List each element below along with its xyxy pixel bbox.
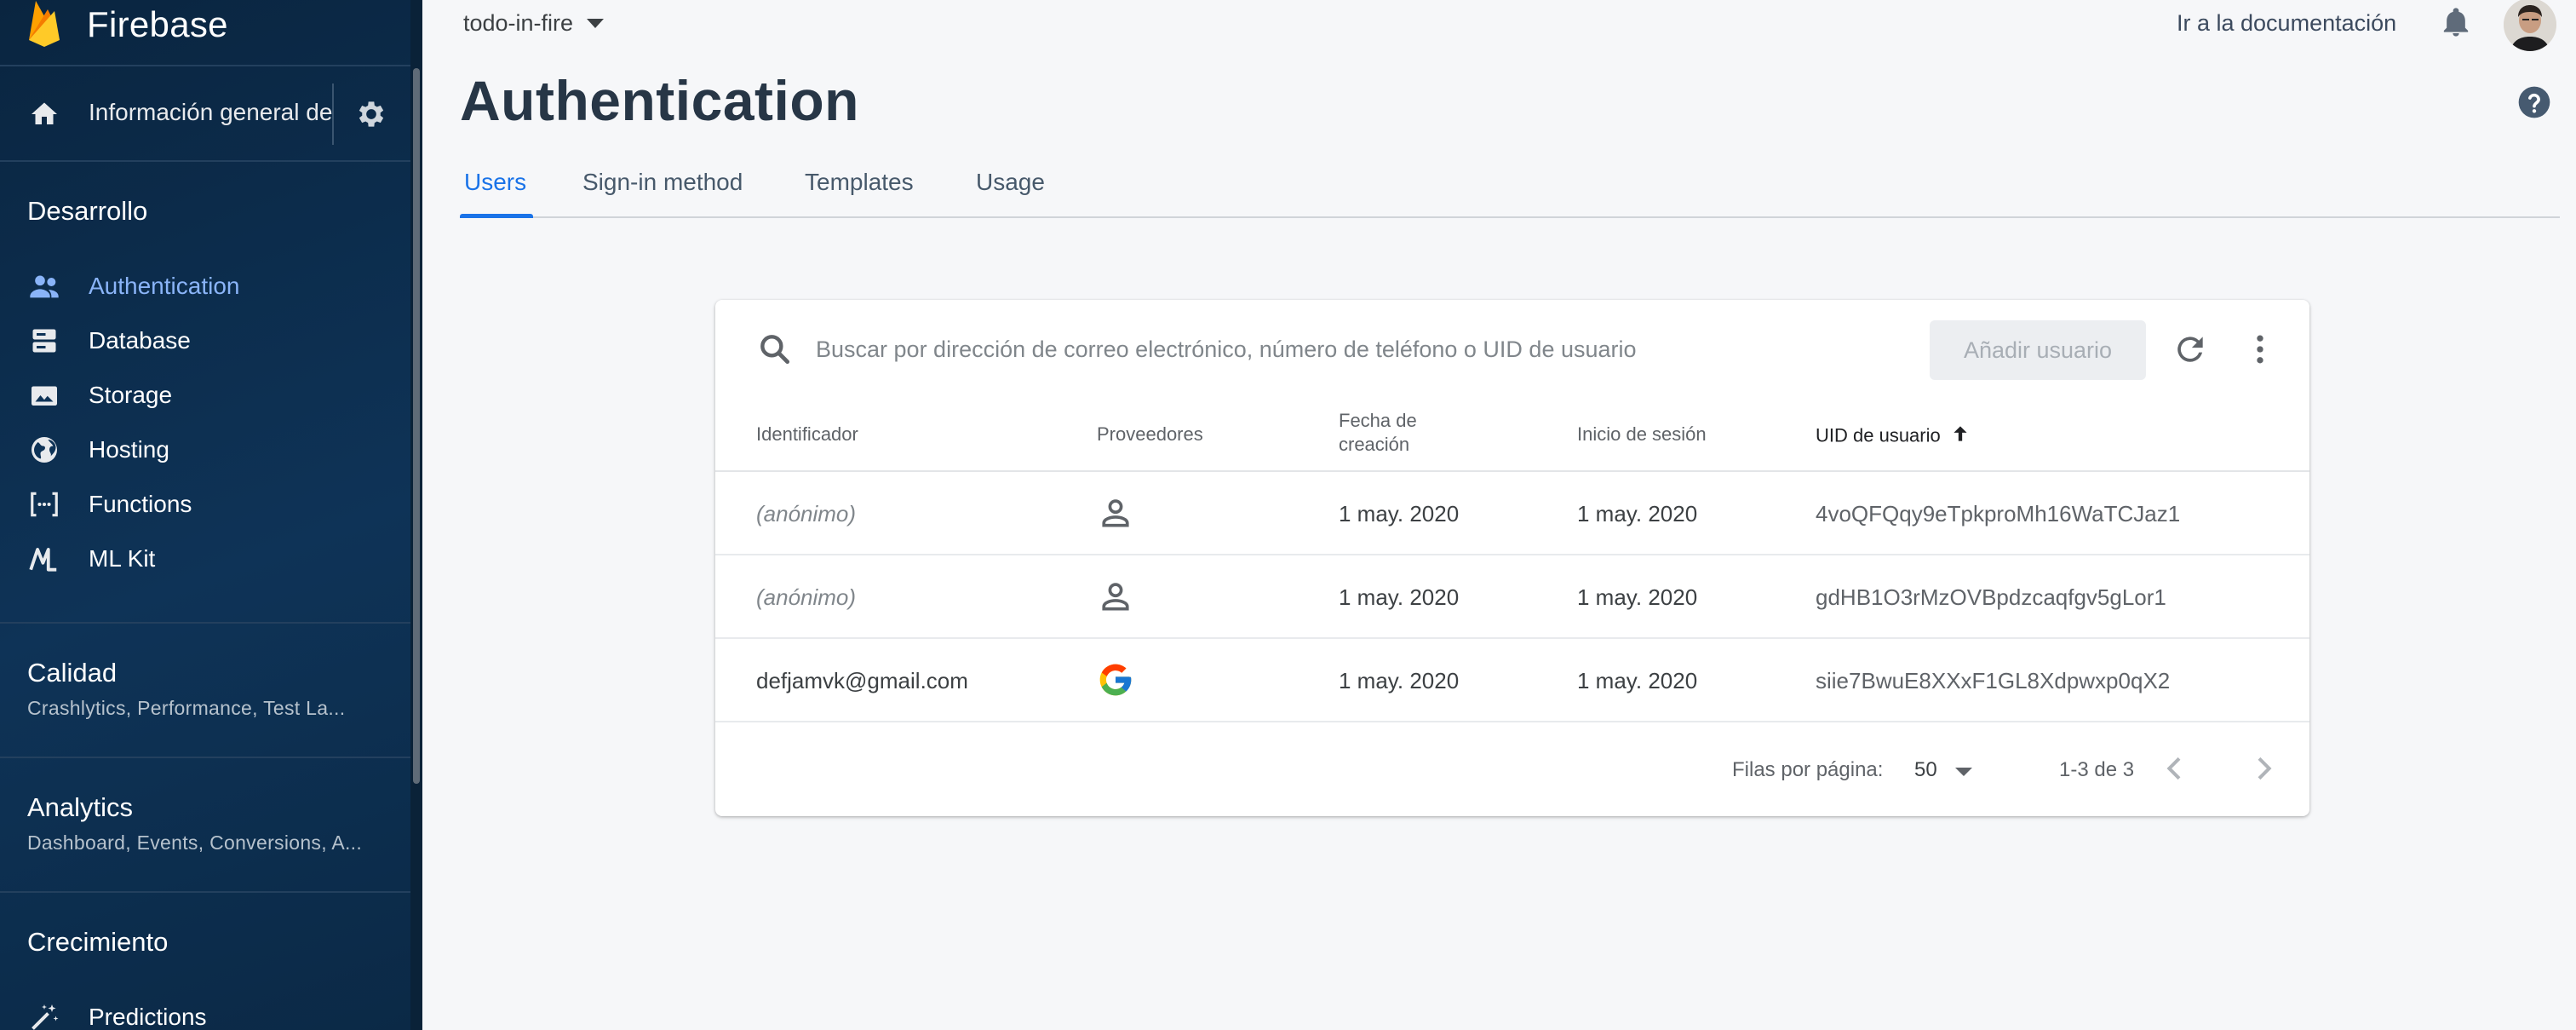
tab-sign-in-method[interactable]: Sign-in method: [582, 169, 743, 196]
sidebar-divider: [0, 891, 410, 893]
column-header-signed-in[interactable]: Inicio de sesión: [1577, 423, 1707, 446]
sidebar-scrollbar[interactable]: [413, 68, 420, 784]
cell-uid: 4voQFQqy9eTpkproMh16WaTCJaz1: [1816, 501, 2181, 527]
more-vert-icon[interactable]: [2241, 331, 2279, 368]
column-header-uid[interactable]: UID de usuario: [1816, 423, 1971, 451]
section-subtitle-quality: Crashlytics, Performance, Test La...: [27, 697, 346, 719]
avatar[interactable]: [2504, 0, 2556, 51]
search-icon: [756, 331, 794, 368]
tab-label: Sign-in method: [582, 169, 743, 195]
chevron-left-icon[interactable]: [2158, 751, 2192, 785]
storage-icon: [27, 378, 61, 412]
sidebar-divider: [0, 757, 410, 758]
home-icon: [29, 99, 60, 129]
sidebar-item-storage[interactable]: Storage: [0, 370, 410, 421]
sidebar-item-label: Database: [89, 327, 191, 354]
pagination-range: 1-3 de 3: [2059, 758, 2135, 781]
globe-icon: [27, 433, 61, 467]
google-icon: [1097, 661, 1134, 699]
cell-created: 1 may. 2020: [1339, 668, 1460, 693]
cell-signed-in: 1 may. 2020: [1577, 584, 1698, 610]
active-tab-indicator: [460, 214, 533, 218]
sidebar-item-ml-kit[interactable]: ML Kit: [0, 533, 410, 584]
cell-created: 1 may. 2020: [1339, 501, 1460, 527]
column-header-label: Fecha de: [1339, 410, 1417, 431]
add-user-button[interactable]: Añadir usuario: [1930, 320, 2146, 380]
column-header-created[interactable]: Fecha de creación: [1339, 409, 1417, 457]
project-name: todo-in-fire: [463, 10, 574, 36]
divider: [332, 83, 334, 145]
sidebar-item-label: Functions: [89, 491, 192, 517]
column-header-providers[interactable]: Proveedores: [1097, 423, 1203, 446]
section-title-develop: Desarrollo: [27, 196, 148, 226]
chevron-down-icon: [587, 19, 605, 28]
section-title-growth: Crecimiento: [27, 927, 169, 957]
mlkit-icon: [27, 542, 61, 576]
cell-identifier: (anónimo): [756, 584, 857, 610]
sidebar-item-label: Hosting: [89, 436, 169, 463]
tab-users[interactable]: Users: [464, 169, 526, 196]
sidebar-divider: [0, 622, 410, 624]
sidebar-item-hosting[interactable]: Hosting: [0, 424, 410, 475]
table-row[interactable]: (anónimo) 1 may. 2020 1 may. 2020 gdHB1O…: [715, 555, 2309, 639]
sidebar-item-label: Predictions: [89, 1004, 207, 1030]
tab-label: Users: [464, 169, 527, 195]
people-icon: [27, 269, 61, 303]
arrow-up-icon: [1949, 423, 1971, 451]
chevron-down-icon[interactable]: [1955, 768, 1972, 776]
tab-templates[interactable]: Templates: [805, 169, 914, 196]
section-subtitle-analytics: Dashboard, Events, Conversions, A...: [27, 831, 363, 854]
rows-per-page-select[interactable]: 50: [1914, 758, 1937, 782]
table-row[interactable]: (anónimo) 1 may. 2020 1 may. 2020 4voQFQ…: [715, 472, 2309, 555]
sidebar-item-label: ML Kit: [89, 545, 156, 572]
database-icon: [27, 324, 61, 358]
sidebar-item-authentication[interactable]: Authentication: [0, 261, 410, 312]
tab-label: Usage: [976, 169, 1045, 195]
firebase-logo-icon: [26, 0, 63, 51]
help-icon[interactable]: [2516, 83, 2553, 121]
rows-per-page-label: Filas por página:: [1732, 758, 1884, 781]
sidebar-item-label: Authentication: [89, 273, 240, 299]
cell-created: 1 may. 2020: [1339, 584, 1460, 610]
column-header-label: creación: [1339, 434, 1410, 455]
person-icon: [1097, 494, 1134, 532]
sidebar: Firebase Información general del proyect…: [0, 0, 422, 1030]
project-selector[interactable]: todo-in-fire: [463, 10, 605, 37]
section-title-analytics: Analytics: [27, 792, 134, 822]
sidebar-item-label: Storage: [89, 382, 173, 408]
gear-icon[interactable]: [354, 97, 388, 131]
page-title: Authentication: [460, 69, 859, 132]
section-title-quality: Calidad: [27, 658, 118, 688]
magic-wand-icon: [27, 1000, 61, 1030]
table-row[interactable]: defjamvk@gmail.com 1 may. 2020 1 may. 20…: [715, 639, 2309, 722]
functions-icon: [27, 487, 61, 521]
brand[interactable]: Firebase: [26, 0, 228, 49]
chevron-right-icon[interactable]: [2246, 751, 2281, 785]
cell-identifier: defjamvk@gmail.com: [756, 668, 968, 693]
brand-name: Firebase: [87, 4, 228, 44]
tab-label: Templates: [805, 169, 914, 195]
person-icon: [1097, 578, 1134, 615]
cell-signed-in: 1 may. 2020: [1577, 668, 1698, 693]
cell-uid: siie7BwuE8XXxF1GL8Xdpwxp0qX2: [1816, 668, 2171, 693]
sidebar-divider: [0, 160, 410, 162]
docs-link[interactable]: Ir a la documentación: [2177, 10, 2396, 37]
cell-uid: gdHB1O3rMzOVBpdzcaqfgv5gLor1: [1816, 584, 2166, 610]
tab-bar: Users Sign-in method Templates Usage: [460, 160, 2560, 218]
cell-signed-in: 1 may. 2020: [1577, 501, 1698, 527]
sidebar-item-label: Información general del proyecto: [89, 99, 334, 125]
tab-usage[interactable]: Usage: [976, 169, 1045, 196]
bell-icon[interactable]: [2439, 5, 2473, 39]
sidebar-item-functions[interactable]: Functions: [0, 479, 410, 530]
search-input[interactable]: [816, 331, 1753, 368]
column-header-identifier[interactable]: Identificador: [756, 423, 858, 446]
sidebar-item-overview[interactable]: Información general del proyecto: [0, 66, 410, 160]
refresh-icon[interactable]: [2172, 331, 2209, 368]
column-header-label: UID de usuario: [1816, 424, 1941, 446]
sidebar-item-predictions[interactable]: Predictions: [0, 992, 410, 1030]
sidebar-item-database[interactable]: Database: [0, 315, 410, 366]
cell-identifier: (anónimo): [756, 501, 857, 527]
users-table-card: Añadir usuario Identificador Proveedores…: [715, 300, 2309, 816]
